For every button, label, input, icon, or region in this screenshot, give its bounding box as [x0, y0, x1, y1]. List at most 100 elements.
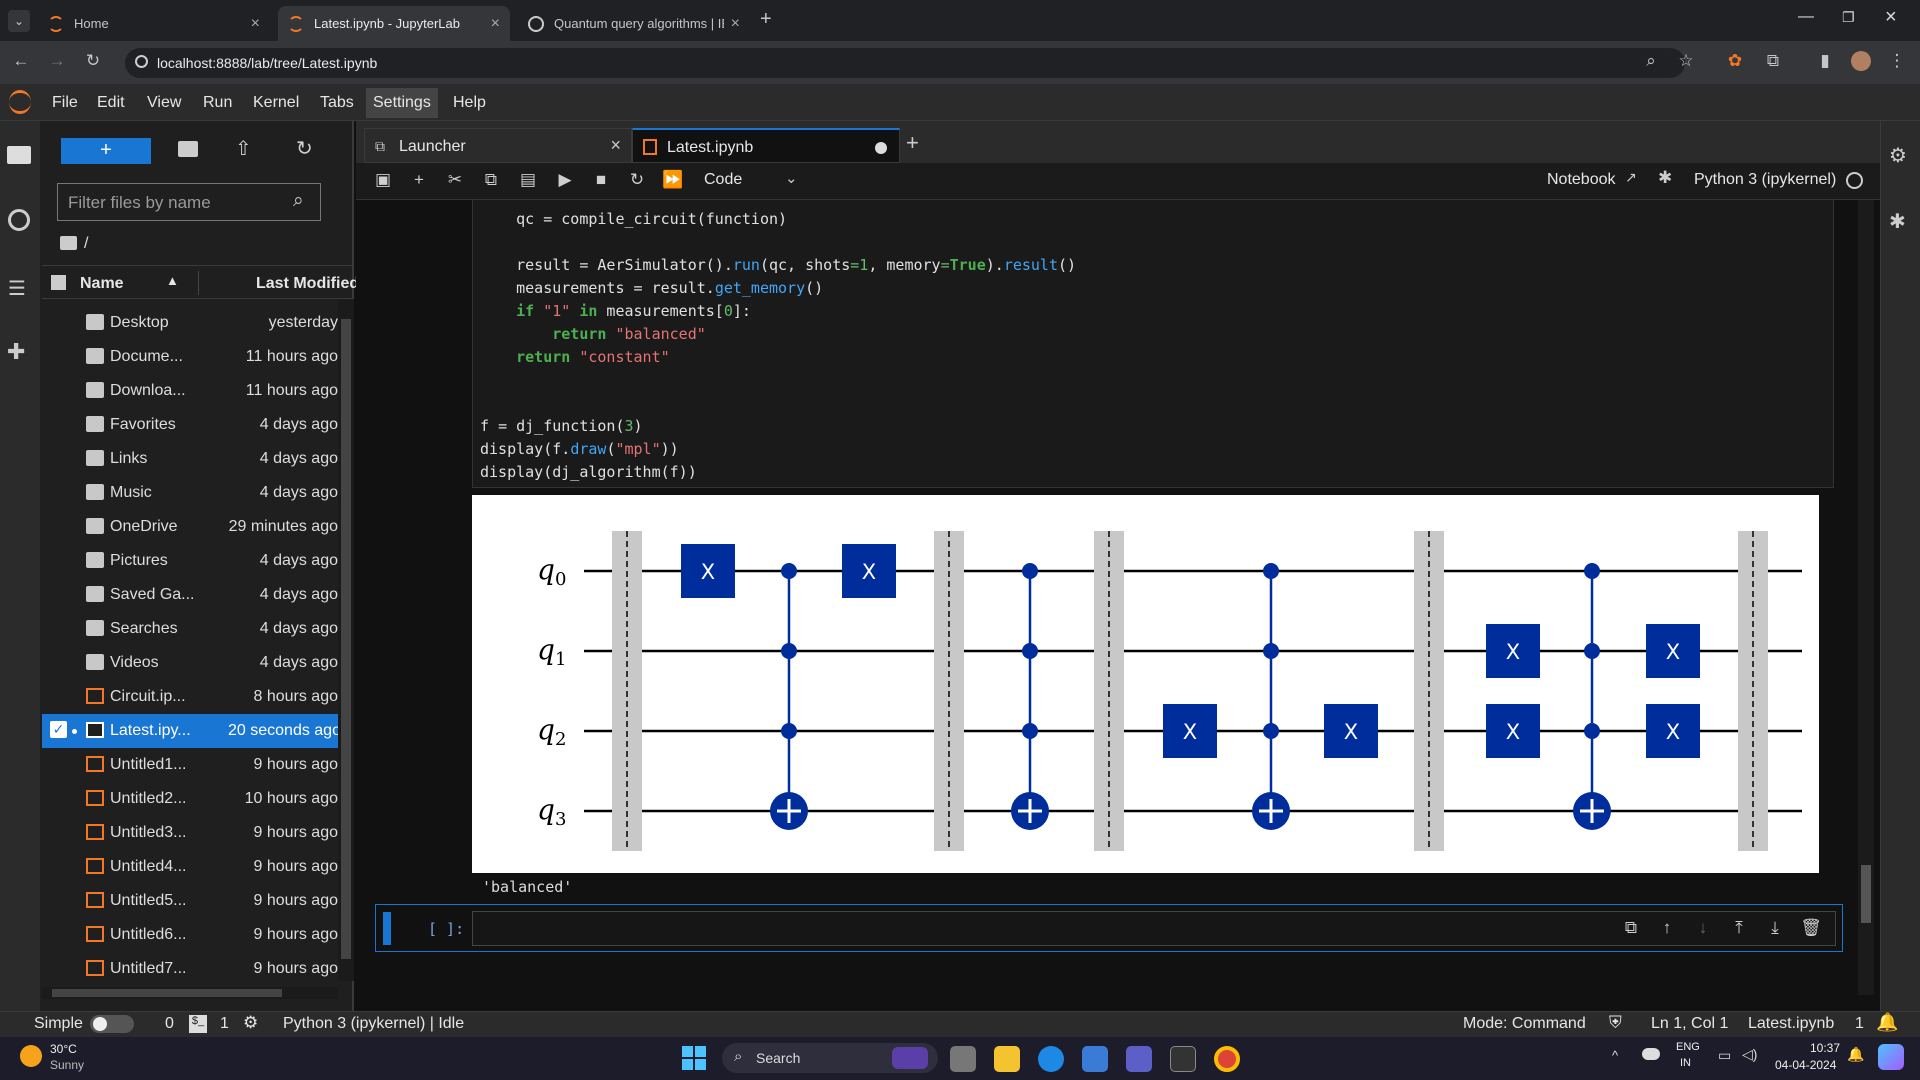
clock-time[interactable]: 10:37	[1810, 1041, 1840, 1055]
file-row[interactable]: Untitled3... 9 hours ago	[42, 816, 338, 850]
file-list-scrollbar[interactable]	[338, 299, 354, 981]
edge-icon[interactable]	[1038, 1046, 1064, 1072]
shield-check-icon[interactable]: ⛨	[1609, 1013, 1622, 1033]
weather-desc[interactable]: Sunny	[50, 1058, 84, 1072]
task-view-icon[interactable]	[950, 1046, 976, 1072]
close-window-button[interactable]: ×	[1885, 6, 1897, 29]
new-folder-icon[interactable]	[178, 141, 198, 157]
cursor-position[interactable]: Ln 1, Col 1	[1651, 1015, 1728, 1033]
file-row[interactable]: Circuit.ip... 8 hours ago	[42, 680, 338, 714]
extension-manager-icon[interactable]: ✚	[7, 339, 25, 365]
taskbar-search-box[interactable]: ⌕ Search	[722, 1043, 938, 1073]
external-link-icon[interactable]: ↗	[1625, 169, 1637, 186]
menu-run[interactable]: Run	[196, 92, 239, 114]
upload-icon[interactable]: ⇧	[235, 136, 252, 161]
add-tab-button[interactable]: +	[906, 130, 919, 156]
tab-search-icon[interactable]: ⌄	[8, 10, 30, 32]
forward-icon[interactable]: →	[46, 51, 68, 71]
file-row[interactable]: Music 4 days ago	[42, 476, 338, 510]
close-icon[interactable]: ×	[731, 15, 740, 33]
weather-temp[interactable]: 30°C	[50, 1042, 77, 1056]
terminal-app-icon[interactable]	[1170, 1046, 1196, 1072]
save-icon[interactable]: ▣	[372, 170, 394, 190]
browser-tab-home[interactable]: Home ×	[38, 6, 270, 41]
chevron-up-icon[interactable]: ^	[1612, 1048, 1618, 1063]
language-code[interactable]: ENG	[1676, 1041, 1700, 1053]
menu-tabs[interactable]: Tabs	[313, 92, 361, 114]
simple-mode-toggle[interactable]	[90, 1015, 134, 1033]
sidepanel-icon[interactable]: ▮	[1814, 51, 1836, 71]
restore-button[interactable]: ❐	[1842, 9, 1855, 26]
move-up-icon[interactable]: ↑	[1656, 918, 1678, 938]
new-launcher-button[interactable]: +	[61, 138, 151, 164]
insert-cell-icon[interactable]: +	[408, 170, 430, 190]
zoom-icon[interactable]: ⌕	[1640, 51, 1662, 71]
new-tab-button[interactable]: +	[760, 8, 772, 31]
windows-start-icon[interactable]	[682, 1046, 706, 1070]
filter-files-input[interactable]: Filter files by name	[57, 183, 321, 221]
debugger-icon[interactable]: ✱	[1889, 209, 1906, 234]
restart-run-all-icon[interactable]: ⏩	[662, 170, 684, 190]
menu-settings[interactable]: Settings	[366, 88, 438, 118]
clock-date[interactable]: 04-04-2024	[1775, 1058, 1836, 1072]
notebook-scrollbar[interactable]	[1858, 200, 1874, 995]
chrome-icon[interactable]	[1214, 1046, 1240, 1072]
file-row[interactable]: Videos 4 days ago	[42, 646, 338, 680]
unsaved-dot-icon[interactable]	[875, 142, 887, 154]
menu-help[interactable]: Help	[446, 92, 493, 114]
file-row[interactable]: Untitled5... 9 hours ago	[42, 884, 338, 918]
file-row[interactable]: ✓ Latest.ipy... 20 seconds ago	[42, 714, 338, 748]
file-row[interactable]: Docume... 11 hours ago	[42, 340, 338, 374]
menu-kernel[interactable]: Kernel	[246, 92, 306, 114]
extensions-puzzle-icon[interactable]: ⧉	[1762, 51, 1784, 71]
file-list-hscrollbar[interactable]	[42, 987, 338, 999]
file-row[interactable]: Desktop yesterday	[42, 306, 338, 340]
duplicate-cell-icon[interactable]: ⧉	[1620, 918, 1642, 938]
file-row[interactable]: Untitled2... 10 hours ago	[42, 782, 338, 816]
site-info-icon[interactable]	[135, 55, 148, 68]
kernel-gear-icon[interactable]: ⚙	[243, 1013, 258, 1033]
collapser-bar[interactable]	[383, 912, 391, 945]
running-icon[interactable]	[8, 209, 30, 231]
menu-kebab-icon[interactable]: ⋮	[1886, 51, 1908, 71]
file-row[interactable]: OneDrive 29 minutes ago	[42, 510, 338, 544]
profile-avatar[interactable]	[1851, 51, 1871, 71]
address-bar[interactable]: localhost:8888/lab/tree/Latest.ipynb	[125, 48, 1685, 78]
language-region[interactable]: IN	[1680, 1057, 1691, 1069]
file-row[interactable]: Saved Ga... 4 days ago	[42, 578, 338, 612]
refresh-icon[interactable]: ↻	[296, 136, 313, 161]
reload-icon[interactable]: ↻	[82, 51, 104, 71]
debugger-bug-icon[interactable]: ✱	[1658, 168, 1672, 188]
kernels-count[interactable]: 1	[220, 1015, 229, 1033]
cell-type-select[interactable]: Code	[704, 171, 742, 189]
volume-icon[interactable]: ◁)	[1742, 1046, 1757, 1063]
insert-below-icon[interactable]: ⤓	[1764, 918, 1786, 938]
close-icon[interactable]: ×	[610, 135, 621, 156]
close-icon[interactable]: ×	[491, 15, 500, 33]
paste-icon[interactable]: ▤	[517, 170, 539, 190]
toc-icon[interactable]: ☰	[8, 276, 26, 301]
file-row[interactable]: Untitled1... 9 hours ago	[42, 748, 338, 782]
notification-bell-icon[interactable]: 🔔	[1847, 1046, 1864, 1063]
file-row[interactable]: Untitled4... 9 hours ago	[42, 850, 338, 884]
open-in-notebook-button[interactable]: Notebook	[1547, 171, 1616, 189]
property-inspector-gear-icon[interactable]: ⚙	[1889, 143, 1907, 168]
back-icon[interactable]: ←	[10, 51, 32, 71]
menu-file[interactable]: File	[45, 92, 85, 114]
menu-view[interactable]: View	[140, 92, 188, 114]
minimize-button[interactable]: —	[1798, 8, 1814, 26]
kernel-name[interactable]: Python 3 (ipykernel)	[1694, 171, 1836, 189]
file-row[interactable]: Untitled6... 9 hours ago	[42, 918, 338, 952]
column-name[interactable]: Name	[80, 275, 124, 293]
stop-icon[interactable]: ■	[590, 170, 612, 190]
bell-icon[interactable]: 🔔	[1876, 1012, 1898, 1033]
bookmark-star-icon[interactable]: ☆	[1675, 51, 1697, 71]
network-icon[interactable]: ▭	[1718, 1047, 1731, 1064]
move-down-icon[interactable]: ↓	[1692, 918, 1714, 938]
breadcrumb-root[interactable]: /	[84, 235, 88, 253]
terminal-icon[interactable]: $_	[189, 1015, 207, 1033]
column-modified[interactable]: Last Modified	[256, 275, 359, 293]
file-explorer-icon[interactable]	[994, 1046, 1020, 1072]
extension-icon[interactable]: ✿	[1724, 51, 1746, 71]
terminals-count[interactable]: 0	[165, 1015, 174, 1033]
